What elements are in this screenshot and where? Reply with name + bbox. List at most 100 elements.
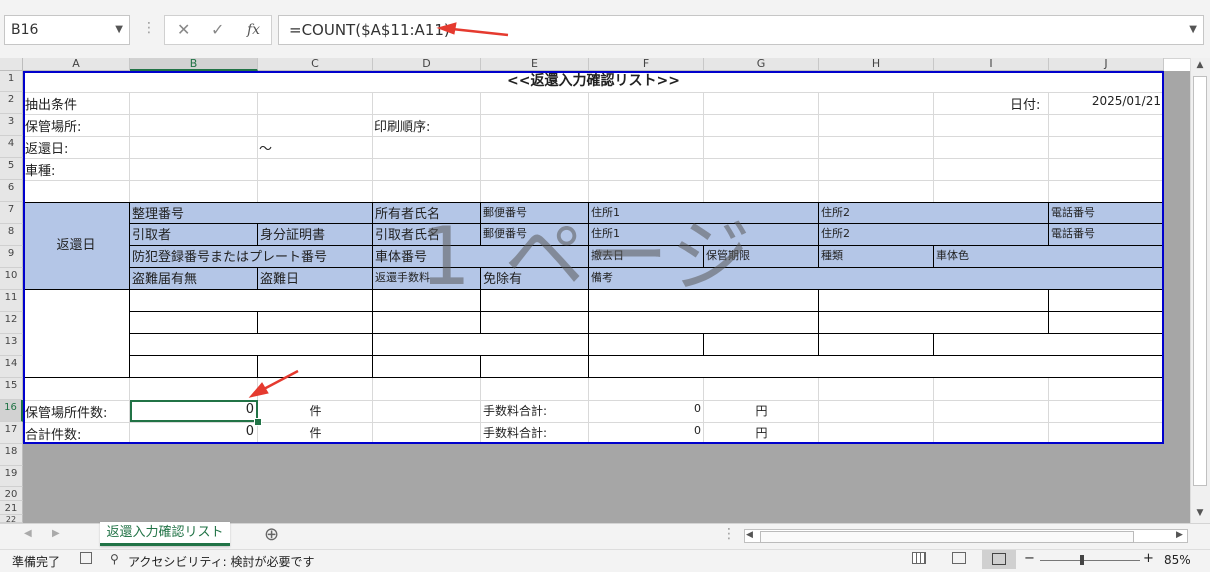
insert-function-icon[interactable]: fx — [247, 22, 260, 38]
add-sheet-icon[interactable]: ⊕ — [264, 524, 279, 545]
scroll-right-icon[interactable]: ▶ — [1176, 530, 1183, 540]
header-cell: 住所2 — [819, 224, 1049, 246]
grid — [373, 378, 481, 444]
data-cell[interactable] — [1049, 312, 1164, 334]
row-header[interactable]: 16 — [0, 400, 23, 422]
data-cell[interactable] — [589, 334, 704, 356]
expand-formula-icon[interactable]: ▼ — [1189, 16, 1197, 44]
data-cell[interactable] — [819, 334, 934, 356]
row-header[interactable]: 20 — [0, 487, 23, 501]
fill-handle[interactable] — [254, 418, 262, 426]
page-layout-icon[interactable] — [952, 552, 966, 564]
name-box-value: B16 — [11, 22, 39, 38]
date-value[interactable]: 2025/01/21 — [1049, 94, 1161, 114]
row-header[interactable]: 1 — [0, 71, 23, 92]
row-header[interactable]: 14 — [0, 356, 23, 378]
row-header[interactable]: 2 — [0, 92, 23, 114]
scroll-left-icon[interactable]: ◀ — [746, 530, 753, 540]
column-header-j[interactable]: J — [1049, 58, 1164, 71]
zoom-in-button[interactable]: + — [1143, 551, 1154, 566]
row-header[interactable]: 5 — [0, 158, 23, 180]
fee-total-value[interactable]: 0 — [589, 424, 701, 444]
data-cell[interactable] — [589, 356, 1164, 378]
row-header[interactable]: 9 — [0, 246, 23, 268]
non-print-area — [23, 444, 1164, 523]
data-cell[interactable] — [258, 356, 373, 378]
row-header[interactable]: 17 — [0, 422, 23, 444]
column-header-i[interactable]: I — [934, 58, 1049, 71]
scroll-down-icon[interactable]: ▼ — [1193, 508, 1207, 518]
vertical-scroll-thumb[interactable] — [1193, 76, 1207, 486]
grid — [23, 114, 1164, 136]
row-header[interactable]: 21 — [0, 501, 23, 515]
row-header[interactable]: 13 — [0, 334, 23, 356]
data-cell[interactable] — [373, 312, 481, 334]
data-cell[interactable] — [130, 312, 258, 334]
data-cell[interactable] — [481, 312, 589, 334]
data-cell[interactable] — [819, 290, 1049, 312]
sheet-tab[interactable]: 返還入力確認リスト — [100, 522, 230, 546]
data-cell[interactable] — [481, 356, 589, 378]
macro-record-icon[interactable] — [80, 552, 92, 564]
column-header-b[interactable]: B — [130, 58, 258, 71]
chevron-down-icon[interactable]: ▼ — [115, 16, 123, 44]
zoom-level[interactable]: 85% — [1164, 553, 1191, 567]
row-header[interactable]: 6 — [0, 180, 23, 202]
tab-next-icon[interactable]: ▶ — [52, 528, 60, 539]
column-header-h[interactable]: H — [819, 58, 934, 71]
row-header[interactable]: 12 — [0, 312, 23, 334]
tab-prev-icon[interactable]: ◀ — [24, 528, 32, 539]
storage-label: 保管場所: — [25, 120, 82, 135]
enter-icon[interactable]: ✓ — [211, 20, 224, 39]
selected-cell[interactable] — [130, 400, 258, 422]
row-header[interactable]: 3 — [0, 114, 23, 136]
row-header[interactable]: 4 — [0, 136, 23, 158]
total-count-value[interactable]: 0 — [130, 424, 256, 444]
row-header[interactable]: 18 — [0, 444, 23, 466]
data-cell[interactable] — [934, 334, 1164, 356]
data-cell[interactable] — [704, 334, 819, 356]
row-header[interactable]: 22 — [0, 515, 23, 524]
data-cell[interactable] — [23, 290, 130, 378]
horizontal-scroll-thumb[interactable] — [760, 531, 1134, 543]
data-cell[interactable] — [819, 312, 1049, 334]
data-cell[interactable] — [258, 312, 373, 334]
data-cell[interactable] — [589, 312, 819, 334]
row-header[interactable]: 10 — [0, 268, 23, 290]
data-cell[interactable] — [130, 290, 373, 312]
header-cell: 整理番号 — [130, 202, 373, 224]
fee-total-value[interactable]: 0 — [589, 402, 701, 422]
data-cell[interactable] — [373, 334, 589, 356]
zoom-slider-handle[interactable] — [1080, 555, 1084, 565]
more-icon[interactable]: ⋮ — [142, 20, 156, 36]
accessibility-icon[interactable]: ⚲ — [110, 552, 119, 566]
formula-input[interactable]: =COUNT($A$11:A11) ▼ — [278, 15, 1204, 45]
cancel-icon[interactable]: ✕ — [177, 20, 190, 39]
data-cell[interactable] — [130, 334, 373, 356]
row-header[interactable]: 8 — [0, 224, 23, 246]
row-header[interactable]: 7 — [0, 202, 23, 224]
data-cell[interactable] — [373, 356, 481, 378]
accessibility-status[interactable]: アクセシビリティ: 検討が必要です — [128, 553, 315, 570]
name-box[interactable]: B16 ▼ — [4, 15, 130, 45]
zoom-out-button[interactable]: − — [1024, 551, 1035, 566]
row-header[interactable]: 11 — [0, 290, 23, 312]
column-header-e[interactable]: E — [481, 58, 589, 71]
select-all-corner[interactable] — [0, 58, 23, 71]
column-header-a[interactable]: A — [23, 58, 130, 71]
column-header-f[interactable]: F — [589, 58, 704, 71]
zoom-slider[interactable] — [1040, 560, 1140, 561]
column-header-c[interactable]: C — [258, 58, 373, 71]
row-header[interactable]: 19 — [0, 466, 23, 487]
grid — [23, 158, 1164, 180]
more-icon[interactable]: ⋮ — [722, 526, 736, 542]
data-cell[interactable] — [1049, 290, 1164, 312]
column-header-g[interactable]: G — [704, 58, 819, 71]
normal-view-icon[interactable] — [912, 552, 926, 564]
scroll-up-icon[interactable]: ▲ — [1193, 60, 1207, 70]
row-header[interactable]: 15 — [0, 378, 23, 400]
header-cell: 身分証明書 — [258, 224, 373, 246]
column-header-d[interactable]: D — [373, 58, 481, 71]
data-cell[interactable] — [130, 356, 258, 378]
fee-total-label: 手数料合計: — [483, 404, 548, 418]
